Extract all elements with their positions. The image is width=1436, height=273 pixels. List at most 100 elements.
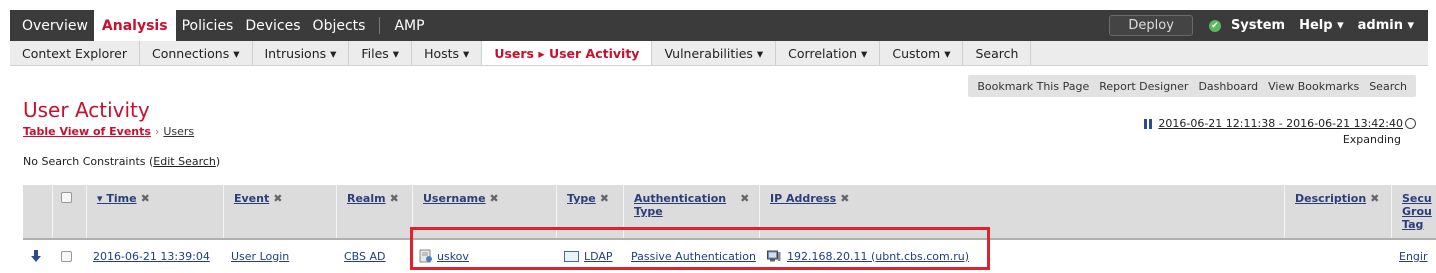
remove-column-icon[interactable]: ✖: [740, 192, 749, 205]
header-ip-address[interactable]: IP Address ✖: [760, 185, 1285, 238]
help-menu[interactable]: Help ▾: [1299, 18, 1344, 33]
dashboard-link[interactable]: Dashboard: [1193, 80, 1263, 93]
remove-column-icon[interactable]: ✖: [390, 192, 399, 205]
cell-username-link[interactable]: uskov: [437, 250, 469, 263]
header-auth-label-2[interactable]: Type: [634, 205, 663, 218]
header-event[interactable]: Event ✖: [224, 185, 337, 238]
system-menu[interactable]: System: [1231, 18, 1285, 33]
cell-username[interactable]: uskov: [419, 241, 469, 271]
row-checkbox[interactable]: [61, 250, 72, 262]
time-window-mode: Expanding: [1342, 133, 1401, 146]
header-drill-column: [23, 185, 53, 238]
header-auth-type[interactable]: Authentication ✖ Type: [624, 185, 760, 238]
cell-type[interactable]: LDAP: [564, 241, 613, 271]
breadcrumb-arrow-icon: ›: [154, 125, 160, 138]
header-username-label[interactable]: Username: [423, 192, 486, 205]
row-checkbox-cell: [61, 241, 72, 271]
time-range-link[interactable]: 2016-06-21 12:11:38 - 2016-06-21 13:42:4…: [1158, 117, 1403, 130]
top-nav: Overview Analysis Policies Devices Objec…: [10, 10, 1428, 41]
header-sgt-label-1[interactable]: Secu: [1402, 192, 1432, 205]
nav-policies[interactable]: Policies: [176, 10, 240, 41]
remove-column-icon[interactable]: ✖: [840, 192, 849, 205]
user-menu[interactable]: admin ▾: [1358, 18, 1414, 33]
header-security-group-tag[interactable]: Secu Grou Tag: [1392, 185, 1436, 238]
nav-divider: [379, 17, 381, 34]
cell-realm[interactable]: CBS AD: [344, 241, 386, 271]
subnav-context-explorer[interactable]: Context Explorer: [10, 41, 140, 65]
subnav-vulnerabilities[interactable]: Vulnerabilities ▾: [652, 41, 777, 65]
header-ip-label[interactable]: IP Address: [770, 192, 836, 205]
status-ok-icon: ✔: [1208, 19, 1221, 32]
sub-nav: Context Explorer Connections ▾ Intrusion…: [10, 41, 1428, 66]
subnav-connections[interactable]: Connections ▾: [140, 41, 253, 65]
remove-column-icon[interactable]: ✖: [273, 192, 282, 205]
header-username[interactable]: Username ✖: [413, 185, 557, 238]
remove-column-icon[interactable]: ✖: [141, 192, 150, 205]
deploy-button[interactable]: Deploy: [1109, 15, 1193, 36]
remove-column-icon[interactable]: ✖: [600, 192, 609, 205]
page-title: User Activity: [23, 98, 150, 122]
select-all-checkbox[interactable]: [61, 192, 72, 203]
time-range: 2016-06-21 12:11:38 - 2016-06-21 13:42:4…: [1144, 117, 1416, 130]
cell-time-link[interactable]: 2016-06-21 13:39:04: [93, 250, 210, 263]
nav-devices[interactable]: Devices: [239, 10, 306, 41]
subnav-users-activity[interactable]: Users ▸ User Activity: [482, 41, 653, 65]
search-link[interactable]: Search: [1364, 80, 1412, 93]
breadcrumb: Table View of Events › Users: [23, 125, 194, 138]
top-nav-right: Deploy ✔ System Help ▾ admin ▾: [1109, 10, 1428, 41]
pause-icon[interactable]: [1144, 118, 1153, 129]
cell-time[interactable]: 2016-06-21 13:39:04: [93, 241, 210, 271]
edit-search-link[interactable]: Edit Search: [153, 155, 216, 168]
host-icon[interactable]: [767, 250, 781, 262]
header-time-label[interactable]: ▾ Time: [97, 192, 137, 205]
nav-analysis[interactable]: Analysis: [93, 10, 176, 41]
nav-overview[interactable]: Overview: [10, 10, 94, 41]
remove-column-icon[interactable]: ✖: [490, 192, 499, 205]
breadcrumb-table-view[interactable]: Table View of Events: [23, 125, 151, 138]
ldap-icon: [564, 250, 579, 262]
clock-icon[interactable]: [1405, 118, 1416, 129]
constraints-text: No Search Constraints (: [23, 155, 154, 168]
cell-auth-type[interactable]: Passive Authentication: [631, 241, 756, 271]
subnav-correlation[interactable]: Correlation ▾: [776, 41, 881, 65]
cell-security-group-tag[interactable]: Engir: [1399, 241, 1427, 271]
cell-ip-link[interactable]: 192.168.20.11 (ubnt.cbs.com.ru): [787, 250, 969, 263]
header-description[interactable]: Description ✖: [1285, 185, 1392, 238]
header-sgt-label-2[interactable]: Grou: [1402, 205, 1432, 218]
cell-auth-link[interactable]: Passive Authentication: [631, 250, 756, 263]
cell-ip-address[interactable]: 192.168.20.11 (ubnt.cbs.com.ru): [767, 241, 969, 271]
cell-type-link[interactable]: LDAP: [584, 250, 613, 263]
table-header: ▾ Time ✖ Event ✖ Realm ✖ Username ✖ Type ✖ Au…: [23, 185, 1436, 240]
report-designer-link[interactable]: Report Designer: [1094, 80, 1193, 93]
nav-objects[interactable]: Objects: [307, 10, 372, 41]
constraints-suffix: ): [215, 155, 221, 168]
drill-down-icon[interactable]: [31, 241, 41, 271]
header-description-label[interactable]: Description: [1295, 192, 1366, 205]
cell-event[interactable]: User Login: [231, 241, 289, 271]
header-event-label[interactable]: Event: [234, 192, 269, 205]
subnav-hosts[interactable]: Hosts ▾: [412, 41, 483, 65]
subnav-intrusions[interactable]: Intrusions ▾: [253, 41, 350, 65]
header-select-all: [53, 185, 87, 238]
user-icon[interactable]: [419, 249, 433, 263]
header-type[interactable]: Type ✖: [557, 185, 624, 238]
breadcrumb-users[interactable]: Users: [163, 125, 194, 138]
nav-amp[interactable]: AMP: [388, 10, 430, 41]
header-sgt-label-3[interactable]: Tag: [1402, 218, 1423, 231]
header-realm[interactable]: Realm ✖: [337, 185, 413, 238]
remove-column-icon[interactable]: ✖: [1370, 192, 1379, 205]
header-type-label[interactable]: Type: [567, 192, 596, 205]
header-time[interactable]: ▾ Time ✖: [87, 185, 224, 238]
subnav-custom[interactable]: Custom ▾: [880, 41, 964, 65]
cell-sgt-link[interactable]: Engir: [1399, 250, 1427, 263]
cell-event-link[interactable]: User Login: [231, 250, 289, 263]
bookmark-page-link[interactable]: Bookmark This Page: [972, 80, 1094, 93]
view-bookmarks-link[interactable]: View Bookmarks: [1263, 80, 1364, 93]
header-auth-label[interactable]: Authentication: [634, 192, 726, 205]
search-constraints: No Search Constraints (Edit Search): [23, 155, 220, 168]
subnav-files[interactable]: Files ▾: [349, 41, 413, 65]
subnav-search[interactable]: Search: [963, 41, 1032, 65]
header-realm-label[interactable]: Realm: [347, 192, 386, 205]
cell-realm-link[interactable]: CBS AD: [344, 250, 386, 263]
table-row: 2016-06-21 13:39:04 User Login CBS AD us…: [23, 241, 1436, 271]
